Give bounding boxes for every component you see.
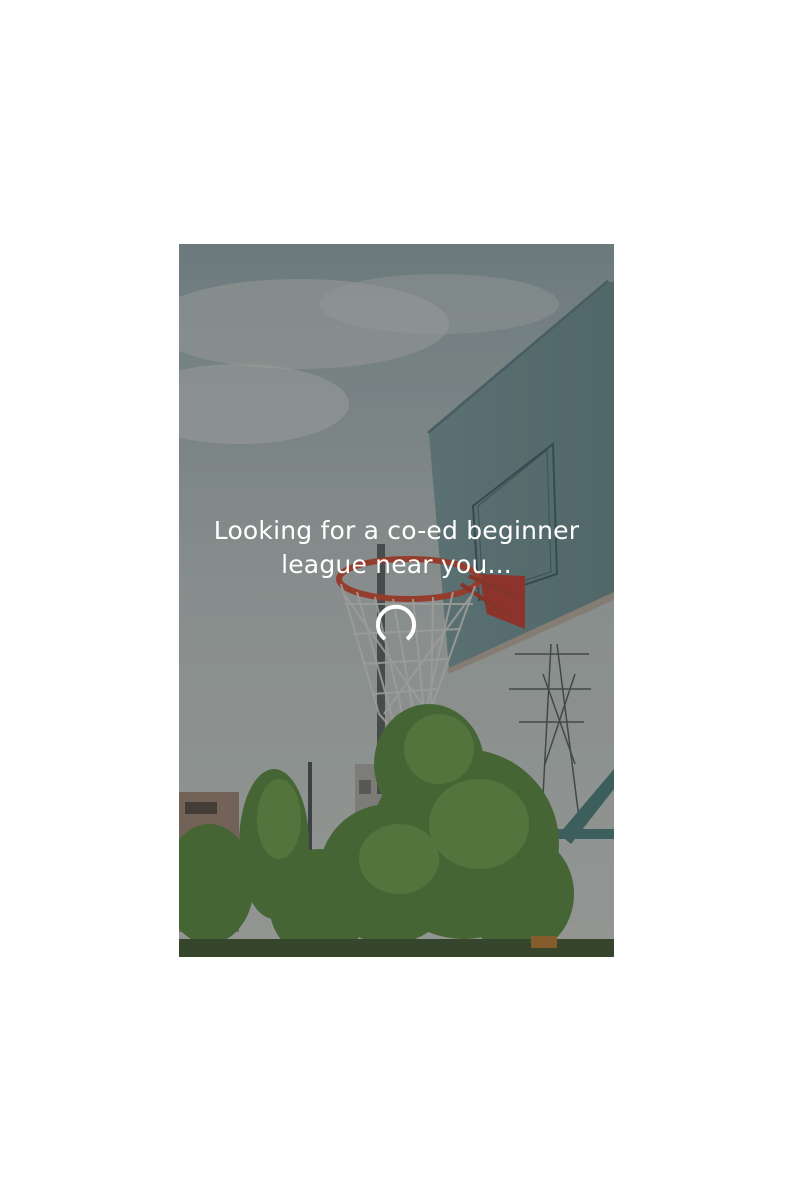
dim-overlay [179, 244, 614, 957]
loading-screen: Looking for a co-ed beginner league near… [179, 244, 614, 957]
page: Looking for a co-ed beginner league near… [0, 0, 800, 1200]
loading-message-container: Looking for a co-ed beginner league near… [179, 514, 614, 582]
loading-message: Looking for a co-ed beginner league near… [213, 516, 580, 579]
loading-spinner-icon [376, 604, 416, 641]
